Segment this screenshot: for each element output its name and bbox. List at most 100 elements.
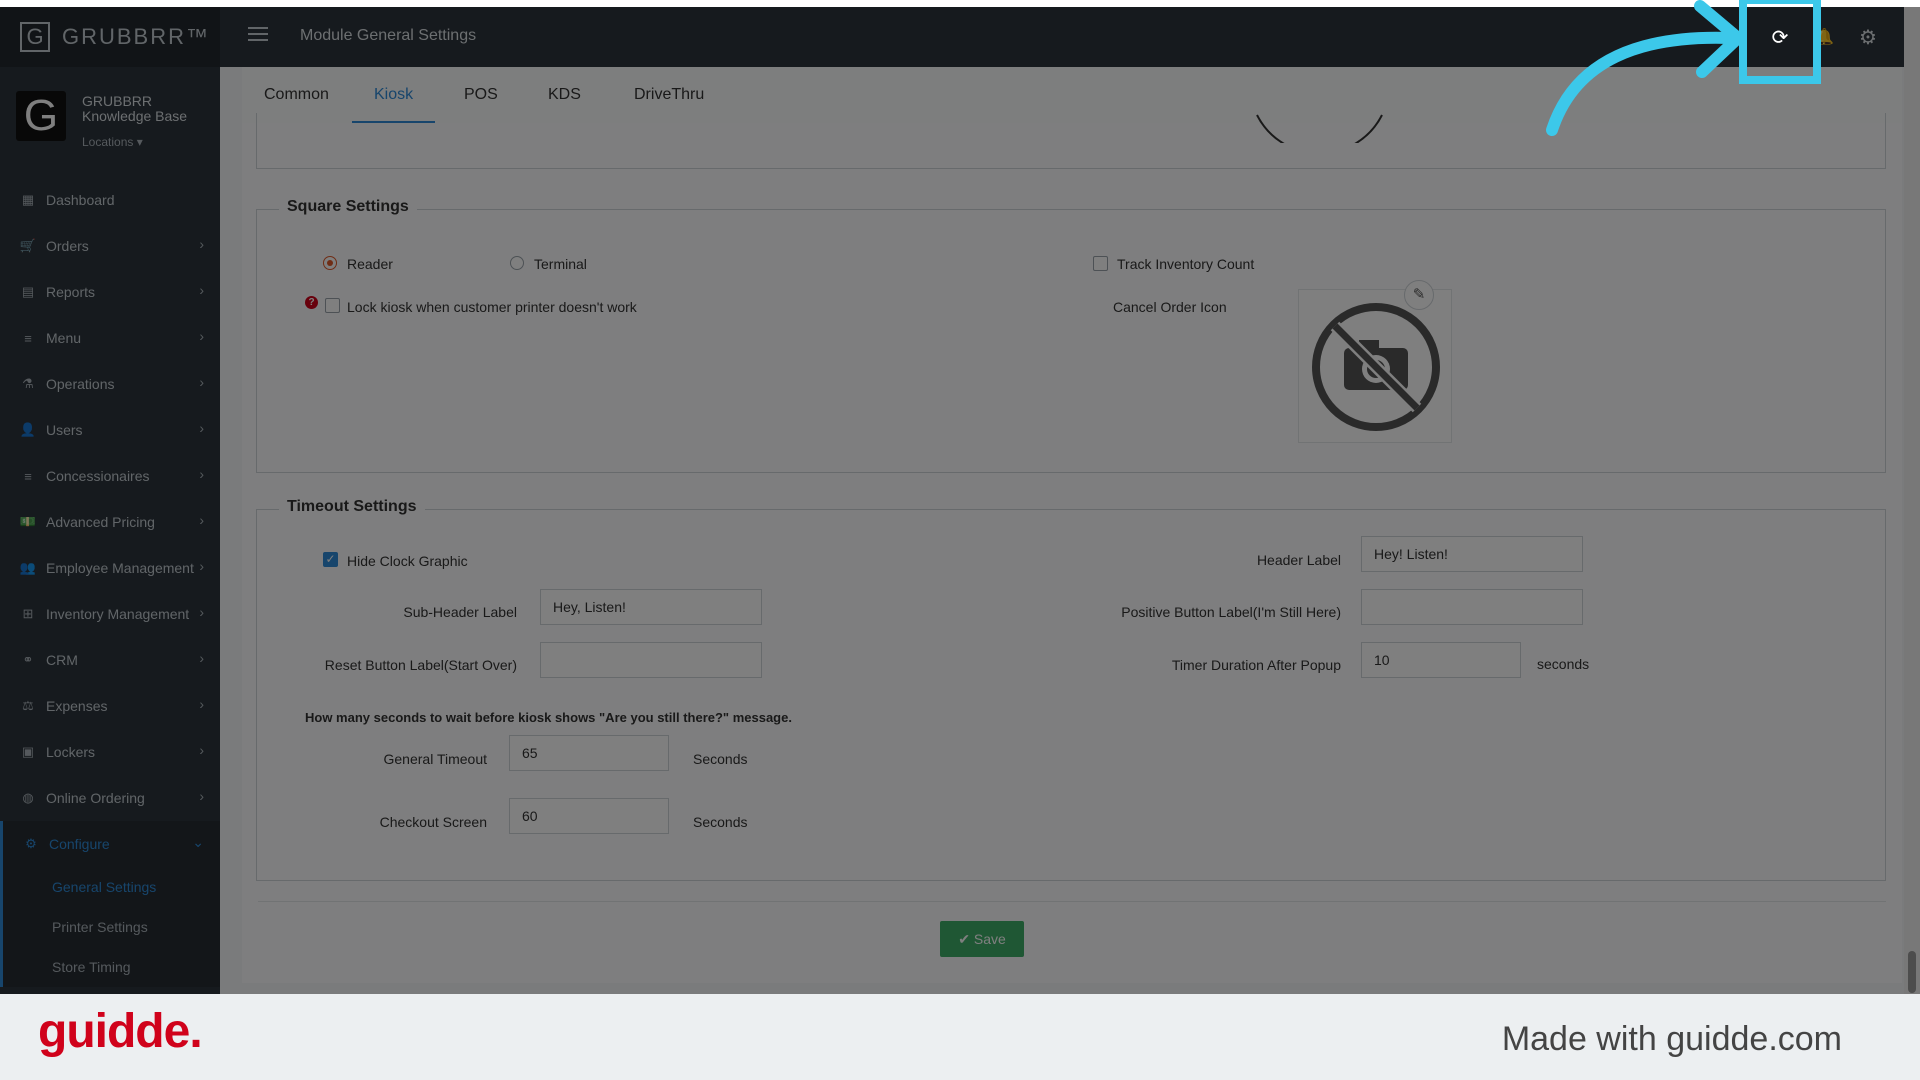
checkout-screen-input[interactable]: 60	[509, 798, 669, 834]
sidebar-subitem-general-settings[interactable]: General Settings	[0, 867, 220, 907]
sidebar-item-configure[interactable]: ⚙ Configure ⌄	[0, 821, 220, 867]
sidebar-item-label: Concessionaires	[46, 468, 150, 484]
sidebar-item-concessionaires[interactable]: ≡ Concessionaires ›	[0, 453, 220, 499]
square-settings-legend: Square Settings	[279, 198, 417, 216]
checkout-screen-label: Checkout Screen	[379, 814, 487, 830]
checkout-screen-unit: Seconds	[693, 814, 748, 830]
gear-icon: ⚙	[25, 836, 37, 851]
no-camera-icon	[1312, 303, 1440, 431]
sidebar-item-advanced-pricing[interactable]: 💵 Advanced Pricing ›	[0, 499, 220, 545]
cancel-order-image[interactable]	[1298, 289, 1452, 443]
sidebar-item-label: Expenses	[46, 698, 108, 714]
sidebar-item-label: Menu	[46, 330, 82, 346]
cancel-order-icon-label: Cancel Order Icon	[1113, 299, 1227, 315]
positive-button-input[interactable]	[1361, 589, 1583, 625]
locations-dropdown[interactable]: Locations ▾	[82, 135, 143, 149]
globe-icon: ◍	[22, 790, 34, 805]
subheader-label-input[interactable]: Hey, Listen!	[540, 589, 762, 625]
sidebar-item-users[interactable]: 👤 Users ›	[0, 407, 220, 453]
sidebar-item-label: Operations	[46, 376, 115, 392]
sitemap-icon: ⊞	[22, 606, 34, 621]
chevron-right-icon: ›	[199, 328, 204, 344]
image-circle-edge	[1256, 114, 1383, 143]
chevron-right-icon: ›	[199, 466, 204, 482]
chevron-right-icon: ›	[199, 236, 204, 252]
profile-name-line2: Knowledge Base	[82, 108, 188, 124]
general-timeout-unit: Seconds	[693, 751, 748, 767]
sidebar-item-crm[interactable]: ⚭ CRM ›	[0, 637, 220, 683]
chevron-right-icon: ›	[199, 374, 204, 390]
sidebar-item-dashboard[interactable]: ▦ Dashboard	[0, 177, 220, 223]
hamburger-menu-icon[interactable]	[248, 27, 268, 41]
app-window: G GRUBBRR™ G GRUBBRR Knowledge Base Loca…	[0, 7, 1920, 994]
sidebar-item-menu[interactable]: ≡ Menu ›	[0, 315, 220, 361]
profile-avatar: G	[16, 91, 66, 141]
sidebar-item-online-ordering[interactable]: ◍ Online Ordering ›	[0, 775, 220, 821]
sidebar-item-label: Lockers	[46, 744, 96, 760]
edit-icon[interactable]: ✎	[1404, 280, 1434, 310]
scrollbar[interactable]	[1904, 7, 1920, 994]
timer-duration-input[interactable]: 10	[1361, 642, 1521, 678]
reset-button-label: Reset Button Label(Start Over)	[324, 657, 517, 673]
sidebar-subitem-printer-settings[interactable]: Printer Settings	[0, 907, 220, 947]
sidebar-item-reports[interactable]: ▤ Reports ›	[0, 269, 220, 315]
profile-name-line1: GRUBBRR	[82, 93, 153, 109]
general-timeout-label: General Timeout	[383, 751, 488, 767]
terminal-label: Terminal	[534, 256, 587, 272]
chevron-right-icon: ›	[199, 512, 204, 528]
report-icon: ▤	[21, 284, 35, 299]
sidebar-item-label: Reports	[46, 284, 96, 300]
flask-icon: ⚗	[22, 376, 34, 391]
help-icon[interactable]: ?	[305, 296, 318, 309]
sidebar-item-lockers[interactable]: ▣ Lockers ›	[0, 729, 220, 775]
chevron-right-icon: ›	[199, 650, 204, 666]
timeout-settings-legend: Timeout Settings	[279, 498, 425, 516]
subheader-label: Sub-Header Label	[403, 604, 517, 620]
users-icon: 👤	[19, 422, 37, 437]
guidde-logo: guidde.	[38, 1005, 203, 1058]
lock-kiosk-checkbox[interactable]	[325, 298, 340, 313]
page-title: Module General Settings	[300, 27, 477, 44]
save-button[interactable]: ✔ Save	[940, 921, 1024, 957]
lock-kiosk-label: Lock kiosk when customer printer doesn't…	[347, 299, 637, 315]
timeout-question: How many seconds to wait before kiosk sh…	[305, 710, 792, 725]
sidebar-item-label: Employee Management	[46, 560, 194, 576]
sidebar-item-label: Dashboard	[46, 192, 115, 208]
list-icon: ≡	[24, 468, 32, 484]
sidebar-item-label: Advanced Pricing	[46, 514, 155, 530]
timeout-settings-section: Timeout Settings ✓ Hide Clock Graphic He…	[256, 498, 1886, 881]
reset-button-input[interactable]	[540, 642, 762, 678]
sidebar-item-employee-management[interactable]: 👥 Employee Management ›	[0, 545, 220, 591]
settings-gear-icon[interactable]: ⚙	[1856, 25, 1880, 50]
sidebar-item-label: Configure	[49, 836, 110, 852]
sidebar-item-orders[interactable]: 🛒 Orders ›	[0, 223, 220, 269]
chevron-right-icon: ›	[199, 604, 204, 620]
sidebar: G GRUBBRR™ G GRUBBRR Knowledge Base Loca…	[0, 7, 220, 994]
menu-list-icon: ≡	[24, 330, 32, 346]
header-label: Header Label	[1256, 552, 1341, 568]
track-inventory-checkbox[interactable]	[1093, 256, 1108, 271]
highlighted-refresh-icon[interactable]: ⟳	[1768, 25, 1792, 50]
divider	[258, 901, 1886, 902]
terminal-radio[interactable]	[510, 256, 524, 270]
hide-clock-checkbox[interactable]: ✓	[323, 552, 338, 567]
general-timeout-input[interactable]: 65	[509, 735, 669, 771]
brand-bar: G GRUBBRR™	[0, 7, 220, 67]
sidebar-item-expenses[interactable]: ⚖ Expenses ›	[0, 683, 220, 729]
chevron-right-icon: ›	[199, 742, 204, 758]
footer-text: Made with guidde.com	[1501, 1020, 1842, 1058]
sidebar-item-inventory-management[interactable]: ⊞ Inventory Management ›	[0, 591, 220, 637]
settings-content: Square Settings Reader Terminal Track In…	[242, 113, 1902, 983]
reader-radio[interactable]	[323, 256, 337, 270]
header-label-input[interactable]: Hey! Listen!	[1361, 536, 1583, 572]
scrollbar-thumb[interactable]	[1908, 951, 1916, 993]
chevron-right-icon: ›	[199, 420, 204, 436]
brand-logo-icon[interactable]: G	[20, 22, 50, 52]
cart-icon: 🛒	[19, 238, 37, 253]
square-settings-section: Square Settings Reader Terminal Track In…	[256, 198, 1886, 473]
timer-unit-label: seconds	[1537, 656, 1590, 672]
sidebar-subitem-store-timing[interactable]: Store Timing	[0, 947, 220, 987]
sidebar-item-label: CRM	[46, 652, 78, 668]
sidebar-item-label: Online Ordering	[46, 790, 145, 806]
sidebar-item-operations[interactable]: ⚗ Operations ›	[0, 361, 220, 407]
